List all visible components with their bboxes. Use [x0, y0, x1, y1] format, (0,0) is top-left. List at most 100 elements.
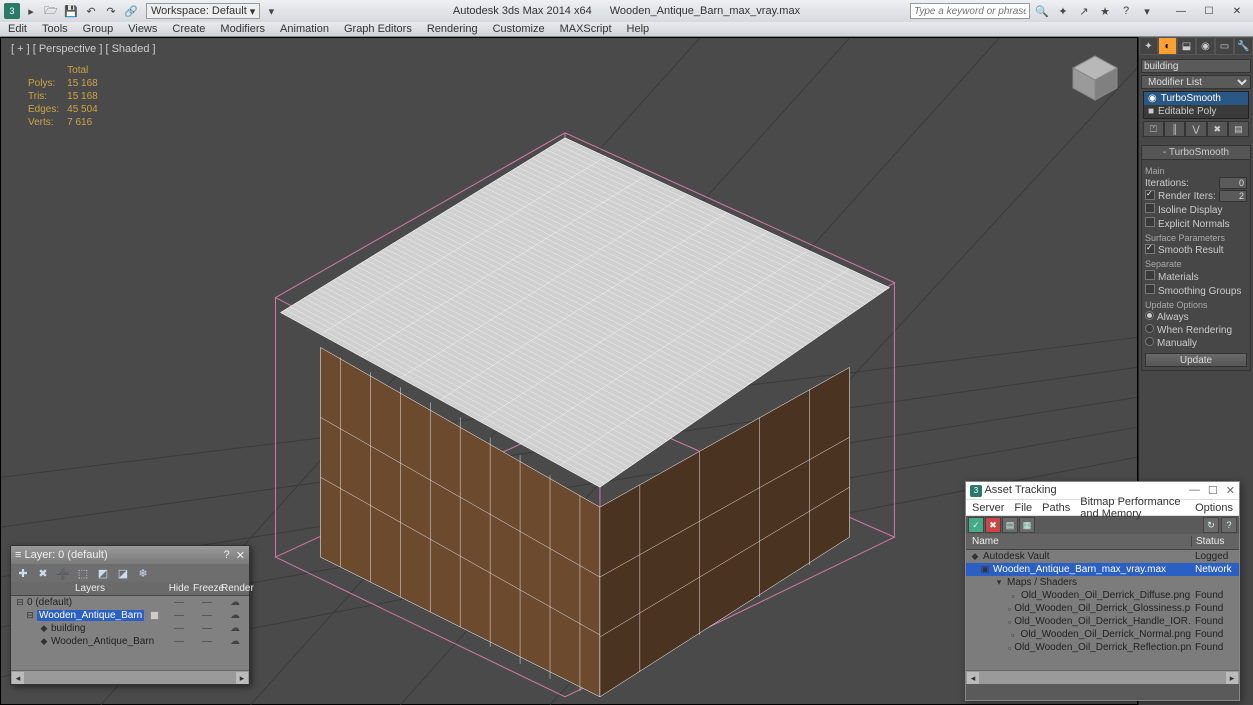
layer-row[interactable]: ◆Wooden_Antique_Barn——☁ [11, 635, 249, 648]
menu-tools[interactable]: Tools [42, 23, 68, 35]
layer-row[interactable]: ◆building——☁ [11, 622, 249, 635]
render-iters-spinner[interactable] [1219, 190, 1247, 202]
menu-create[interactable]: Create [172, 23, 205, 35]
help-icon[interactable]: ? [1117, 2, 1135, 20]
close-button[interactable]: ✕ [1223, 1, 1251, 21]
asset-row[interactable]: ▫Old_Wooden_Oil_Derrick_Glossiness.pngFo… [966, 602, 1239, 615]
explicit-checkbox[interactable] [1145, 217, 1155, 227]
menu-views[interactable]: Views [128, 23, 157, 35]
close-icon[interactable]: ✕ [1226, 484, 1235, 497]
unique-button[interactable]: ⋁ [1185, 121, 1206, 137]
new-layer-icon[interactable]: ✚ [15, 565, 31, 581]
isoline-checkbox[interactable] [1145, 203, 1155, 213]
scroll-right-icon[interactable]: ▸ [236, 672, 248, 684]
scroll-right-icon[interactable]: ▸ [1226, 672, 1238, 684]
close-icon[interactable]: ✕ [236, 549, 245, 562]
materials-checkbox[interactable] [1145, 270, 1155, 280]
asset-hscroll[interactable]: ◂▸ [966, 670, 1239, 684]
col-layers[interactable]: Layers [11, 583, 165, 594]
col-status[interactable]: Status [1191, 536, 1239, 547]
viewcube[interactable] [1065, 48, 1125, 108]
menu-edit[interactable]: Edit [8, 23, 27, 35]
help-dd-icon[interactable]: ▾ [1138, 2, 1156, 20]
scroll-left-icon[interactable]: ◂ [967, 672, 979, 684]
asset-menu-options[interactable]: Options [1195, 502, 1233, 514]
select-hl-icon[interactable]: ⬚ [75, 565, 91, 581]
menu-modifiers[interactable]: Modifiers [220, 23, 265, 35]
menu-help[interactable]: Help [627, 23, 650, 35]
maximize-button[interactable]: ☐ [1195, 1, 1223, 21]
search-icon[interactable]: 🔍 [1033, 2, 1051, 20]
undo-icon[interactable]: ↶ [82, 2, 100, 20]
search-input[interactable] [910, 3, 1030, 19]
workspace-selector[interactable]: Workspace: Default ▾ [146, 3, 260, 19]
tab-motion[interactable]: ◉ [1196, 37, 1215, 55]
favorite-icon[interactable]: ★ [1096, 2, 1114, 20]
exchange-icon[interactable]: ↗ [1075, 2, 1093, 20]
asset-dialog[interactable]: 3 Asset Tracking —☐✕ Server File Paths B… [965, 481, 1240, 701]
smooth-result-checkbox[interactable] [1145, 244, 1155, 254]
asset-menu-paths[interactable]: Paths [1042, 502, 1070, 514]
app-icon[interactable]: 3 [4, 3, 20, 19]
tab-utilities[interactable]: 🔧 [1234, 37, 1253, 55]
asset-menu-server[interactable]: Server [972, 502, 1004, 514]
minimize-icon[interactable]: — [1189, 484, 1200, 497]
hl-sel-icon[interactable]: ◩ [95, 565, 111, 581]
layer-hscroll[interactable]: ◂▸ [11, 670, 249, 684]
menu-animation[interactable]: Animation [280, 23, 329, 35]
asset-row[interactable]: ▫Old_Wooden_Oil_Derrick_Normal.pngFound [966, 628, 1239, 641]
hide-icon[interactable]: ◪ [115, 565, 131, 581]
pin-stack-button[interactable]: ⏍ [1143, 121, 1164, 137]
refresh-icon[interactable]: ✓ [968, 517, 984, 533]
configure-button[interactable]: ▤ [1228, 121, 1249, 137]
tab-hierarchy[interactable]: ⬓ [1177, 37, 1196, 55]
asset-menu-file[interactable]: File [1014, 502, 1032, 514]
menu-rendering[interactable]: Rendering [427, 23, 478, 35]
menu-customize[interactable]: Customize [493, 23, 545, 35]
col-hide[interactable]: Hide [165, 583, 193, 594]
tab-display[interactable]: ▭ [1215, 37, 1234, 55]
menu-maxscript[interactable]: MAXScript [560, 23, 612, 35]
col-freeze[interactable]: Freeze [193, 583, 221, 594]
layer-row[interactable]: ⊟0 (default)——☁ [11, 596, 249, 609]
list-icon[interactable]: ▦ [1019, 517, 1035, 533]
update-button[interactable]: Update [1145, 353, 1247, 367]
tree-icon[interactable]: ▤ [1002, 517, 1018, 533]
asset-row[interactable]: ▫Old_Wooden_Oil_Derrick_Diffuse.pngFound [966, 589, 1239, 602]
workspace-extra-icon[interactable]: ▾ [262, 2, 280, 20]
new-icon[interactable]: ▸ [22, 2, 40, 20]
redo-icon[interactable]: ↷ [102, 2, 120, 20]
render-iters-checkbox[interactable] [1145, 190, 1155, 200]
asset-menu-bitmap[interactable]: Bitmap Performance and Memory [1080, 496, 1185, 520]
maximize-icon[interactable]: ☐ [1208, 484, 1218, 497]
asset-row[interactable]: ▾Maps / Shaders [966, 576, 1239, 589]
always-radio[interactable] [1145, 311, 1154, 320]
add-sel-icon[interactable]: ➕ [55, 565, 71, 581]
layer-dialog[interactable]: ≡ Layer: 0 (default) ?✕ ✚ ✖ ➕ ⬚ ◩ ◪ ❄ La… [10, 545, 250, 685]
asset-row[interactable]: ◆Autodesk VaultLogged [966, 550, 1239, 563]
col-render[interactable]: Render [221, 583, 249, 594]
when-render-radio[interactable] [1145, 324, 1154, 333]
object-name-input[interactable] [1141, 59, 1251, 73]
help-icon[interactable]: ? [224, 549, 230, 562]
asset-row[interactable]: ▫Old_Wooden_Oil_Derrick_Reflection.pngFo… [966, 641, 1239, 654]
col-name[interactable]: Name [966, 536, 1191, 547]
modifier-list[interactable]: Modifier List [1141, 75, 1251, 89]
menu-grapheditors[interactable]: Graph Editors [344, 23, 412, 35]
stop-icon[interactable]: ✖ [985, 517, 1001, 533]
remove-button[interactable]: ✖ [1207, 121, 1228, 137]
link-icon[interactable]: 🔗 [122, 2, 140, 20]
tab-modify[interactable]: ◐ [1158, 37, 1177, 55]
manually-radio[interactable] [1145, 337, 1154, 346]
subscription-icon[interactable]: ✦ [1054, 2, 1072, 20]
save-icon[interactable]: 💾 [62, 2, 80, 20]
modifier-stack[interactable]: ◉TurboSmooth ■Editable Poly [1143, 91, 1249, 119]
layer-row[interactable]: ⊟Wooden_Antique_Barn——☁ [11, 609, 249, 622]
tab-create[interactable]: ✦ [1139, 37, 1158, 55]
freeze-icon[interactable]: ❄ [135, 565, 151, 581]
scroll-left-icon[interactable]: ◂ [12, 672, 24, 684]
delete-layer-icon[interactable]: ✖ [35, 565, 51, 581]
asset-row[interactable]: ▣Wooden_Antique_Barn_max_vray.maxNetwork [966, 563, 1239, 576]
open-icon[interactable]: 🗁 [42, 2, 60, 20]
iterations-spinner[interactable] [1219, 177, 1247, 189]
